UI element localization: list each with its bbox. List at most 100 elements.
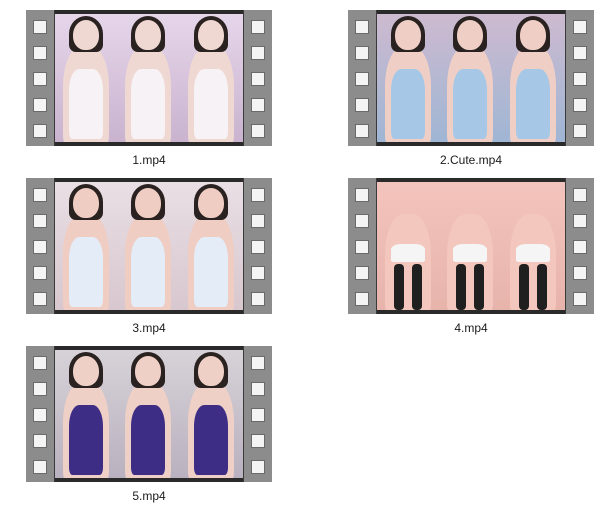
sprocket-hole (573, 292, 587, 306)
figure-head (135, 356, 161, 386)
sprocket-hole (355, 292, 369, 306)
frame-panel (179, 182, 243, 310)
sprocket-hole (355, 124, 369, 138)
frame-panel (501, 14, 565, 142)
sprocket-hole (33, 72, 47, 86)
film-strip-right (565, 10, 594, 146)
sprocket-hole (573, 46, 587, 60)
figure-outfit (516, 244, 550, 262)
figure-head (198, 20, 224, 50)
sprocket-hole (251, 408, 265, 422)
sprocket-hole (33, 214, 47, 228)
sprocket-hole (573, 188, 587, 202)
sprocket-hole (33, 124, 47, 138)
file-tile[interactable]: 3.mp4 (26, 178, 272, 346)
frame-panel (55, 14, 117, 142)
sprocket-hole (355, 188, 369, 202)
sprocket-hole (251, 292, 265, 306)
figure-outfit (453, 244, 487, 262)
sprocket-hole (33, 408, 47, 422)
sprocket-hole (251, 72, 265, 86)
film-strip-right (243, 346, 272, 482)
frame-panel (117, 350, 179, 478)
video-thumbnail-image (55, 350, 243, 478)
sprocket-hole (33, 266, 47, 280)
sprocket-hole (33, 356, 47, 370)
figure-leg (537, 264, 547, 310)
figure-outfit (194, 69, 228, 139)
sprocket-hole (33, 460, 47, 474)
frame-panel (117, 182, 179, 310)
sprocket-hole (573, 214, 587, 228)
sprocket-hole (251, 20, 265, 34)
sprocket-hole (573, 98, 587, 112)
figure-body (510, 214, 556, 310)
figure-leg (519, 264, 529, 310)
sprocket-hole (251, 124, 265, 138)
figure-head (198, 188, 224, 218)
video-file-icon (26, 10, 272, 146)
sprocket-hole (251, 434, 265, 448)
sprocket-hole (33, 292, 47, 306)
file-name: 3.mp4 (132, 321, 166, 335)
figure-head (73, 188, 99, 218)
frame-panel (439, 182, 501, 310)
film-strip-left (26, 10, 55, 146)
figure-outfit (453, 69, 487, 139)
film-strip-left (348, 10, 377, 146)
frame-panel (117, 14, 179, 142)
figure-body (447, 214, 493, 310)
sprocket-hole (33, 46, 47, 60)
figure-head (135, 188, 161, 218)
figure-leg (474, 264, 484, 310)
file-name: 2.Cute.mp4 (439, 153, 503, 167)
figure-leg (412, 264, 422, 310)
file-tile[interactable]: 2.Cute.mp4 (348, 10, 594, 178)
video-frame (377, 10, 565, 146)
figure-head (457, 20, 483, 50)
figure-head (135, 20, 161, 50)
film-strip-left (26, 346, 55, 482)
sprocket-hole (573, 20, 587, 34)
frame-panel (179, 350, 243, 478)
sprocket-hole (251, 214, 265, 228)
film-strip-right (243, 10, 272, 146)
figure-head (395, 20, 421, 50)
figure-outfit (131, 405, 165, 475)
sprocket-hole (33, 382, 47, 396)
sprocket-hole (573, 266, 587, 280)
sprocket-hole (355, 240, 369, 254)
figure-head (198, 356, 224, 386)
sprocket-hole (251, 266, 265, 280)
file-tile[interactable]: 1.mp4 (26, 10, 272, 178)
sprocket-hole (251, 460, 265, 474)
sprocket-hole (33, 240, 47, 254)
figure-outfit (131, 69, 165, 139)
figure-outfit (69, 405, 103, 475)
figure-outfit (69, 69, 103, 139)
figure-outfit (194, 237, 228, 307)
video-frame (55, 346, 243, 482)
sprocket-hole (251, 46, 265, 60)
frame-panel (55, 182, 117, 310)
sprocket-hole (33, 188, 47, 202)
film-strip-left (348, 178, 377, 314)
sprocket-hole (33, 98, 47, 112)
video-frame (55, 10, 243, 146)
sprocket-hole (251, 382, 265, 396)
file-browser-content: 1.mp4 2.Cute.mp4 3.mp4 4.mp4 5.mp4 (0, 0, 614, 514)
film-strip-left (26, 178, 55, 314)
sprocket-hole (573, 240, 587, 254)
sprocket-hole (355, 46, 369, 60)
frame-panel (501, 182, 565, 310)
figure-outfit (391, 69, 425, 139)
file-name: 1.mp4 (132, 153, 166, 167)
figure-head (73, 356, 99, 386)
file-tile[interactable]: 5.mp4 (26, 346, 272, 514)
video-frame (55, 178, 243, 314)
sprocket-hole (573, 72, 587, 86)
file-name: 5.mp4 (132, 489, 166, 503)
file-tile[interactable]: 4.mp4 (348, 178, 594, 346)
video-file-icon (26, 178, 272, 314)
sprocket-hole (33, 20, 47, 34)
